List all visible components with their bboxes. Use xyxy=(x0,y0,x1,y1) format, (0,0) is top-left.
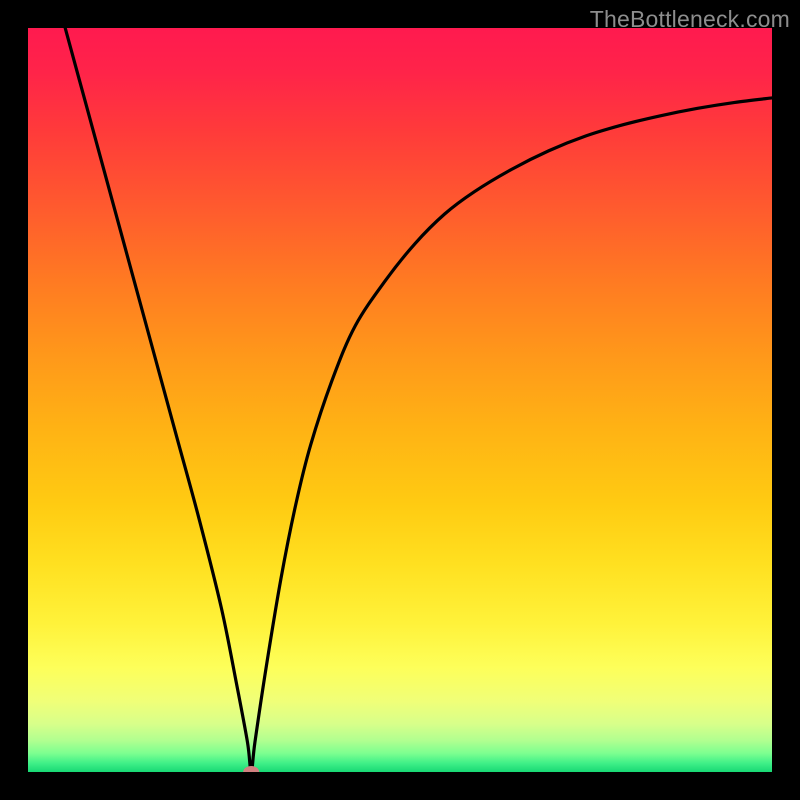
chart-frame: TheBottleneck.com xyxy=(0,0,800,800)
plot-area xyxy=(28,28,772,772)
watermark-text: TheBottleneck.com xyxy=(590,6,790,33)
chart-svg xyxy=(28,28,772,772)
gradient-background xyxy=(28,28,772,772)
